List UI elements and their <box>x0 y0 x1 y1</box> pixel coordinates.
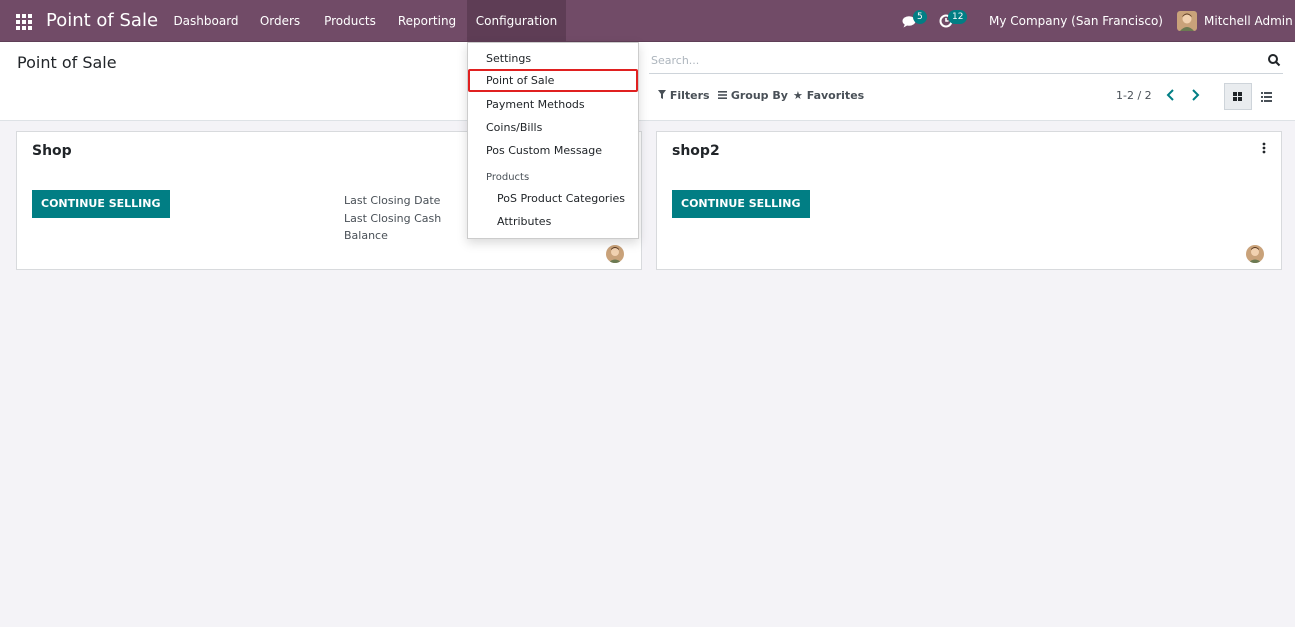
user-menu[interactable]: Mitchell Admin <box>1204 0 1293 42</box>
search-box <box>649 48 1283 74</box>
continue-selling-button[interactable]: CONTINUE SELLING <box>672 190 810 218</box>
company-switcher[interactable]: My Company (San Francisco) <box>989 0 1163 42</box>
star-icon: ★ <box>793 89 803 102</box>
bars-icon <box>718 89 731 102</box>
menu-orders[interactable]: Orders <box>252 0 308 42</box>
search-input[interactable] <box>649 48 1249 72</box>
card-title: shop2 <box>672 143 720 159</box>
kanban-view-button[interactable] <box>1224 83 1252 110</box>
menu-products[interactable]: Products <box>315 0 385 42</box>
dropdown-section-products: Products <box>486 172 530 183</box>
dropdown-item-settings[interactable]: Settings <box>468 47 638 70</box>
user-avatar[interactable] <box>1177 11 1197 31</box>
card-avatar <box>606 245 624 263</box>
dropdown-item-pos-product-categories[interactable]: PoS Product Categories <box>468 187 638 210</box>
favorites-button[interactable]: ★ Favorites <box>793 89 864 102</box>
activities-badge: 12 <box>948 10 968 24</box>
groupby-label: Group By <box>730 89 788 102</box>
menu-reporting[interactable]: Reporting <box>391 0 463 42</box>
menu-dashboard[interactable]: Dashboard <box>166 0 246 42</box>
card-avatar <box>1246 245 1264 263</box>
chevron-right-icon[interactable] <box>1188 87 1202 103</box>
continue-selling-button[interactable]: CONTINUE SELLING <box>32 190 170 218</box>
page-title: Point of Sale <box>17 53 117 72</box>
last-closing-date-label: Last Closing Date <box>344 194 441 207</box>
configuration-dropdown: Settings Point of Sale Payment Methods C… <box>467 42 639 239</box>
menu-configuration[interactable]: Configuration <box>467 0 566 42</box>
chevron-left-icon[interactable] <box>1164 87 1178 103</box>
top-navbar: Point of Sale Dashboard Orders Products … <box>0 0 1295 42</box>
search-icon[interactable] <box>1267 53 1281 67</box>
apps-menu-icon[interactable] <box>16 14 32 30</box>
dropdown-item-point-of-sale[interactable]: Point of Sale <box>468 69 638 92</box>
dropdown-item-pos-custom-message[interactable]: Pos Custom Message <box>468 139 638 162</box>
last-closing-cash-label: Last Closing Cash <box>344 211 442 225</box>
messages-badge: 5 <box>913 10 927 24</box>
dropdown-item-attributes[interactable]: Attributes <box>468 210 638 233</box>
closing-info: Last Closing Date Last Closing Cash Bala… <box>344 192 441 245</box>
dropdown-item-payment-methods[interactable]: Payment Methods <box>468 93 638 116</box>
groupby-button[interactable]: Group By <box>718 89 788 102</box>
filter-funnel-icon <box>658 89 670 102</box>
balance-label: Balance <box>344 229 388 242</box>
filters-label: Filters <box>669 89 710 102</box>
kanban-grid-icon <box>1233 92 1242 101</box>
pos-card-shop2[interactable]: shop2 CONTINUE SELLING <box>656 131 1282 270</box>
kebab-menu-icon[interactable] <box>1261 142 1267 154</box>
list-view-button[interactable] <box>1253 83 1281 110</box>
app-title[interactable]: Point of Sale <box>46 10 158 31</box>
list-icon <box>1261 92 1272 102</box>
control-panel: Point of Sale Filters Group By ★ Favorit… <box>0 42 1295 121</box>
favorites-label: Favorites <box>806 89 865 102</box>
card-title: Shop <box>32 143 72 159</box>
pager-value[interactable]: 1-2 / 2 <box>1116 89 1152 102</box>
filters-button[interactable]: Filters <box>658 89 710 102</box>
dropdown-item-coins-bills[interactable]: Coins/Bills <box>468 116 638 139</box>
